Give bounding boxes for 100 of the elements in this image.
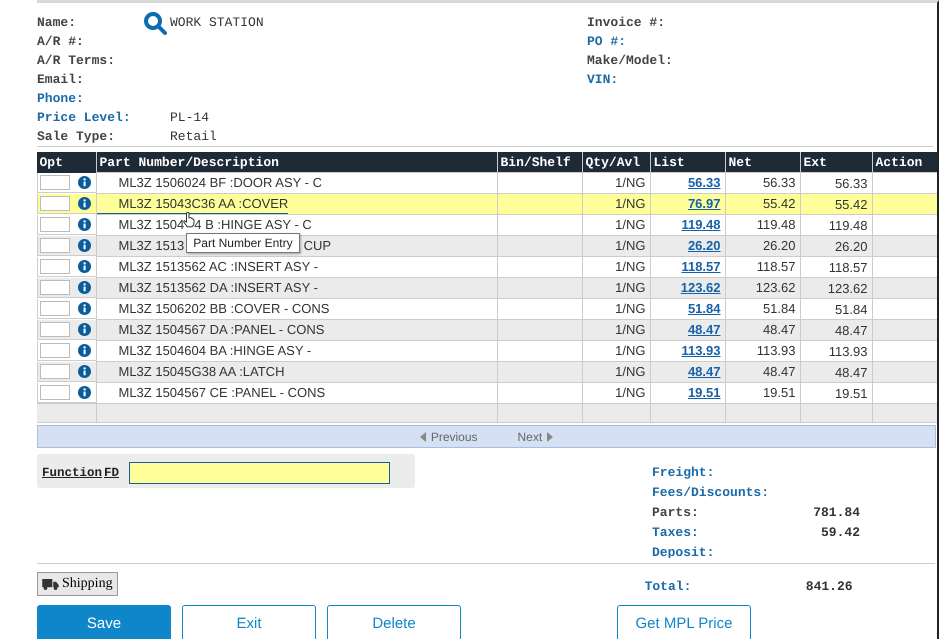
net-price: 55.42: [762, 196, 796, 211]
option-input[interactable]: [40, 258, 70, 274]
info-icon[interactable]: [78, 218, 90, 230]
part-description: ML3Z 1504: [118, 216, 184, 234]
extended-price: 56.33: [834, 176, 868, 191]
column-header: Opt: [40, 154, 63, 170]
column-header: Qty/Avl: [586, 154, 640, 170]
part-description: ML3Z 1504567 CE :PANEL - CONS: [118, 384, 326, 402]
option-input[interactable]: [40, 342, 70, 358]
option-input[interactable]: [40, 280, 70, 294]
field-label: Price Level:: [37, 110, 132, 125]
info-icon[interactable]: [78, 322, 90, 336]
quantity: 1/NG: [615, 175, 646, 190]
field-label: Email:: [37, 72, 85, 87]
total-label: Total:: [644, 578, 692, 594]
quantity: 1/NG: [615, 280, 646, 295]
table-row[interactable]: ML3Z 1506024 BF :DOOR ASY - C 1/NG 56.33 56.33 56.33: [37, 172, 937, 194]
info-icon[interactable]: [78, 238, 90, 252]
total-label: Taxes:: [652, 524, 700, 540]
function-code: FD: [104, 466, 120, 480]
left-triangle-icon: [420, 432, 426, 442]
action-button[interactable]: Save: [37, 605, 171, 639]
table-row[interactable]: ML3Z 1513562 DA :INSERT ASY - 1/NG 123.62 123.62 123.62: [37, 278, 937, 298]
function-label: Function: [42, 466, 102, 480]
field-label: Make/Model:: [587, 53, 674, 68]
option-input[interactable]: [40, 174, 70, 190]
extended-price: 51.84: [834, 302, 868, 317]
info-icon[interactable]: [78, 302, 90, 314]
net-price: 48.47: [762, 322, 796, 337]
function-input[interactable]: [129, 462, 390, 484]
info-icon[interactable]: [78, 260, 90, 272]
part-description: 4 B :HINGE ASY - C: [194, 216, 312, 234]
part-description: ML3Z 1504604 BA :HINGE ASY -: [118, 342, 312, 360]
quantity: 1/NG: [615, 259, 646, 274]
info-icon[interactable]: [78, 364, 90, 378]
option-input[interactable]: [40, 384, 70, 400]
field-value: Retail: [170, 129, 217, 144]
action-button[interactable]: Exit: [182, 605, 316, 639]
net-price: 119.48: [756, 217, 796, 232]
info-icon[interactable]: [78, 344, 90, 356]
next-link[interactable]: Next: [518, 430, 554, 444]
field-label: A/R Terms:: [37, 53, 116, 68]
part-description: ML3Z 1513562 DA :INSERT ASY -: [118, 279, 318, 297]
field-label: Invoice #:: [587, 15, 666, 30]
net-price: 26.20: [762, 238, 796, 253]
quantity: 1/NG: [615, 301, 646, 316]
net-price: 56.33: [762, 175, 796, 190]
field-label: Name:: [37, 15, 78, 30]
truck-icon: [42, 578, 59, 590]
column-header: Net: [728, 154, 752, 170]
field-label: Phone:: [37, 91, 85, 106]
part-description: ML3Z 15045G38 AA :LATCH: [118, 363, 284, 381]
extended-price: 19.51: [834, 386, 868, 401]
option-input[interactable]: [40, 238, 70, 252]
quantity: 1/NG: [615, 196, 646, 211]
net-price: 19.51: [762, 385, 796, 400]
total-label: Parts:: [652, 504, 700, 520]
info-icon[interactable]: [78, 280, 90, 294]
column-header: Action: [876, 154, 922, 170]
quantity: 1/NG: [615, 364, 646, 379]
extended-price: 118.57: [828, 260, 868, 275]
extended-price: 48.47: [834, 365, 868, 380]
shipping-button[interactable]: Shipping: [37, 572, 118, 596]
option-input[interactable]: [40, 196, 70, 210]
column-header: List: [654, 154, 685, 170]
action-button[interactable]: Get MPL Price: [617, 605, 751, 639]
table-row[interactable]: ML3Z 15045G38 AA :LATCH 1/NG 48.47 48.47 48.47: [37, 362, 937, 382]
search-icon[interactable]: [143, 10, 167, 34]
total-label: Deposit:: [652, 544, 716, 558]
right-triangle-icon: [547, 432, 554, 442]
total-label: Fees/Discounts:: [652, 484, 770, 500]
tooltip: Part Number Entry: [186, 233, 300, 253]
part-description: ML3Z 1513562 AC :INSERT ASY -: [118, 258, 318, 276]
field-label: PO #:: [587, 34, 628, 49]
quantity: 1/NG: [615, 217, 646, 232]
quantity: 1/NG: [615, 238, 646, 253]
option-input[interactable]: [40, 300, 70, 316]
option-input[interactable]: [40, 322, 70, 336]
part-description: CUP: [304, 237, 332, 255]
part-description: ML3Z 15043C36 AA :COVER: [118, 194, 288, 212]
net-price: 113.93: [756, 343, 796, 358]
action-button[interactable]: Delete: [327, 605, 461, 639]
extended-price: 119.48: [828, 218, 868, 233]
field-label: VIN:: [587, 72, 620, 87]
previous-link[interactable]: Previous: [420, 430, 478, 444]
info-icon[interactable]: [78, 386, 90, 398]
part-description: ML3Z 1504567 DA :PANEL - CONS: [118, 321, 324, 339]
part-description: ML3Z 1506202 BB :COVER - CONS: [118, 300, 330, 318]
net-price: 48.47: [762, 364, 796, 379]
option-input[interactable]: [40, 364, 70, 378]
table-row[interactable]: ML3Z 15043C36 AA :COVER 1/NG 76.97 55.42 55.42: [37, 194, 937, 214]
info-icon[interactable]: [78, 176, 90, 188]
table-row[interactable]: ML3Z 1504567 DA :PANEL - CONS 1/NG 48.47 48.47 48.47: [37, 320, 937, 340]
table-row[interactable]: ML3Z 1513 Part Number Entry CUP 1/NG 26.20 26.20 26.20: [37, 236, 937, 256]
info-icon[interactable]: [78, 196, 90, 210]
extended-price: 113.93: [828, 344, 868, 359]
extended-price: 48.47: [834, 323, 868, 338]
field-label: A/R #:: [37, 34, 85, 49]
option-input[interactable]: [40, 216, 70, 232]
extended-price: 26.20: [834, 239, 868, 254]
